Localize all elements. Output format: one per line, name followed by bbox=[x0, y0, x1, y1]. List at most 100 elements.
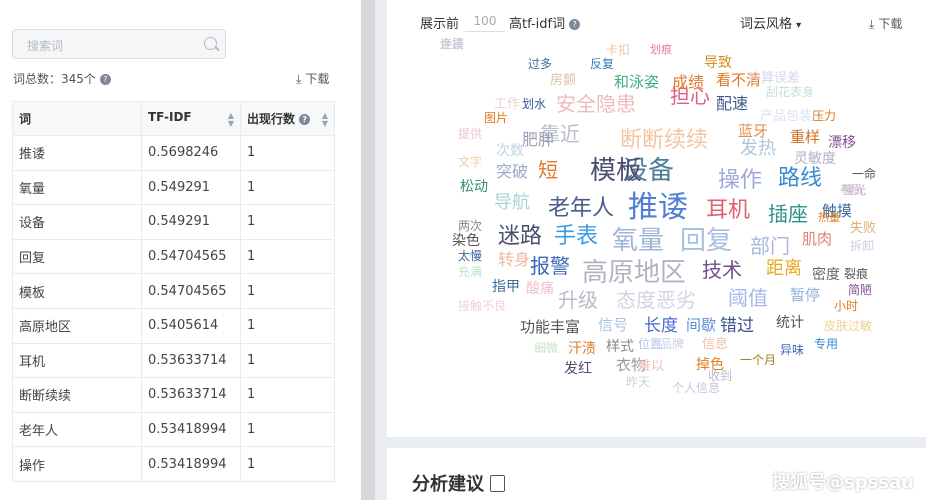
cloud-word: 错过 bbox=[720, 316, 754, 336]
cloud-word: 难以 bbox=[638, 359, 665, 374]
cloud-word: 路线 bbox=[778, 166, 823, 191]
table-row[interactable]: 老年人 0.53418994 1 bbox=[12, 411, 335, 448]
cloud-word: 统计 bbox=[776, 315, 804, 331]
cloud-word: 安全隐患 bbox=[556, 92, 636, 116]
header-tfidf[interactable]: TF-IDF ▲ ▼ bbox=[141, 101, 241, 136]
cloud-word: 氧量 bbox=[612, 226, 665, 256]
header-word[interactable]: 词 bbox=[12, 101, 142, 136]
cloud-word: 转身 bbox=[498, 250, 531, 269]
cloud-word: 导致 bbox=[704, 55, 732, 71]
download-button[interactable]: ⤓ 下载 bbox=[296, 70, 329, 87]
cloud-word: 刮花表身 bbox=[766, 85, 815, 99]
chevron-down-icon: ▾ bbox=[796, 20, 802, 31]
cloud-word: 断断续续 bbox=[620, 128, 709, 153]
cloud-word: 耳机 bbox=[706, 198, 751, 223]
cloud-word: 个人信息 bbox=[672, 381, 721, 395]
cloud-word: 升级 bbox=[558, 288, 598, 312]
table-row[interactable]: 断断续续 0.53633714 1 bbox=[12, 377, 335, 413]
cloud-word: 昨天 bbox=[626, 375, 651, 389]
table-row[interactable]: 耳机 0.53633714 1 bbox=[12, 342, 335, 379]
word-count-label: 词总数：345个 bbox=[13, 72, 96, 86]
sort-icon[interactable]: ▲ ▼ bbox=[322, 111, 328, 128]
cloud-word: 皮肤过敏 bbox=[824, 319, 873, 333]
search-placeholder: 搜索词 bbox=[27, 39, 64, 53]
cloud-word: 肥胖 bbox=[522, 130, 555, 149]
cloud-word: 成绩 bbox=[672, 73, 705, 92]
help-icon[interactable]: ? bbox=[569, 19, 581, 30]
table-cell: 1 bbox=[240, 411, 335, 448]
cloud-word: 松动 bbox=[460, 179, 488, 195]
help-icon[interactable]: ? bbox=[99, 74, 111, 85]
cloud-word: 划水 bbox=[522, 97, 547, 111]
cloud-word: 接触不良 bbox=[458, 299, 507, 313]
download-label: 下载 bbox=[305, 72, 330, 86]
left-panel: 搜索词 词总数：345个? ⤓ 下载 词 TF-IDF ▲ ▼ 出现行数? ▲ ▼ 推诿 0… bbox=[0, 0, 361, 500]
table-row[interactable]: 推诿 0.5698246 1 bbox=[12, 135, 335, 171]
cloud-word: 态度恶劣 bbox=[616, 288, 696, 312]
cloud-word: 位置 bbox=[638, 337, 663, 351]
cloud-word: 金属 bbox=[440, 37, 465, 51]
panel-divider[interactable] bbox=[361, 0, 375, 500]
cloud-word: 报警 bbox=[530, 254, 570, 278]
table-cell: 耳机 bbox=[12, 342, 142, 379]
table-cell: 0.54704565 bbox=[141, 238, 241, 275]
cloud-word: 压力 bbox=[812, 109, 837, 123]
table-cell: 0.53418994 bbox=[141, 411, 241, 448]
cloud-word: 文字 bbox=[458, 155, 483, 169]
style-dropdown[interactable]: 词云风格 ▾ bbox=[740, 13, 801, 32]
cloud-word: 迷路 bbox=[498, 224, 543, 249]
cloud-word: 提供 bbox=[458, 127, 483, 141]
cloud-word: 反复 bbox=[590, 57, 615, 71]
analysis-title: 分析建议 bbox=[412, 470, 505, 496]
table-row[interactable]: 回复 0.54704565 1 bbox=[12, 238, 335, 275]
table-cell: 推诿 bbox=[12, 135, 142, 171]
table-row[interactable]: 氧量 0.549291 1 bbox=[12, 169, 335, 206]
download-label: 下载 bbox=[878, 17, 903, 31]
table-row[interactable]: 高原地区 0.5405614 1 bbox=[12, 307, 335, 344]
cloud-word: 功能丰富 bbox=[520, 318, 581, 336]
cloud-word: 操作 bbox=[718, 168, 763, 193]
cloud-word: 插座 bbox=[768, 202, 808, 226]
cloud-word: 导航 bbox=[494, 192, 530, 213]
cloud-word: 失败 bbox=[850, 221, 877, 236]
table-cell: 0.549291 bbox=[141, 204, 241, 240]
header-rows[interactable]: 出现行数? ▲ ▼ bbox=[240, 101, 335, 136]
cloud-word: 图片 bbox=[484, 111, 509, 125]
sort-icon[interactable]: ▲ ▼ bbox=[228, 111, 234, 128]
table-row[interactable]: 设备 0.549291 1 bbox=[12, 204, 335, 240]
word-count: 词总数：345个? bbox=[13, 70, 111, 87]
cloud-word: 两次 bbox=[458, 219, 483, 233]
cloud-word: 太慢 bbox=[458, 249, 483, 263]
cloud-word: 配速 bbox=[716, 94, 749, 113]
cloud-word: 回复 bbox=[680, 226, 733, 256]
search-icon[interactable] bbox=[204, 37, 217, 50]
cloud-word: 模板 bbox=[590, 156, 643, 186]
table-row[interactable]: 操作 0.53418994 1 bbox=[12, 446, 335, 482]
show-count-input[interactable]: 100 bbox=[465, 11, 505, 32]
cloud-word: 染色 bbox=[452, 233, 480, 249]
cloud-word: 技术 bbox=[702, 258, 742, 282]
table-row[interactable]: 模板 0.54704565 1 bbox=[12, 273, 335, 309]
cloud-word: 小时 bbox=[834, 299, 859, 313]
cloud-word: 蓝牙 bbox=[738, 122, 769, 140]
cloud-word: 一个月 bbox=[740, 353, 777, 367]
table-cell: 氧量 bbox=[12, 169, 142, 206]
cloud-word: 阈值 bbox=[728, 286, 768, 310]
cloud-word: 发热 bbox=[740, 138, 776, 159]
cloud-word: 推诿 bbox=[628, 190, 688, 225]
help-icon[interactable]: ? bbox=[299, 113, 311, 125]
copy-icon[interactable] bbox=[490, 475, 505, 492]
search-input[interactable]: 搜索词 bbox=[12, 29, 226, 59]
cloud-word: 重样 bbox=[790, 128, 821, 146]
cloud-word: 次数 bbox=[496, 143, 524, 159]
cloud-word: 密度 bbox=[812, 267, 840, 283]
cloud-word: 工作 bbox=[494, 97, 521, 112]
cloud-word: 样式 bbox=[606, 339, 634, 355]
table-cell: 1 bbox=[240, 238, 335, 275]
word-cloud: 推诿 设备 模板 老年人 耳机 氧量 回复 高原地区 断断续续 操作 路线 插座 迷路 手表 部门 技术 报警短… bbox=[440, 38, 900, 398]
cloud-word: 信号 bbox=[598, 316, 629, 334]
download-icon: ⤓ bbox=[869, 17, 875, 31]
cloud-word: 一命 bbox=[852, 167, 877, 181]
cloud-download-button[interactable]: ⤓ 下载 bbox=[869, 15, 902, 32]
cloud-word: 突破 bbox=[496, 162, 529, 181]
